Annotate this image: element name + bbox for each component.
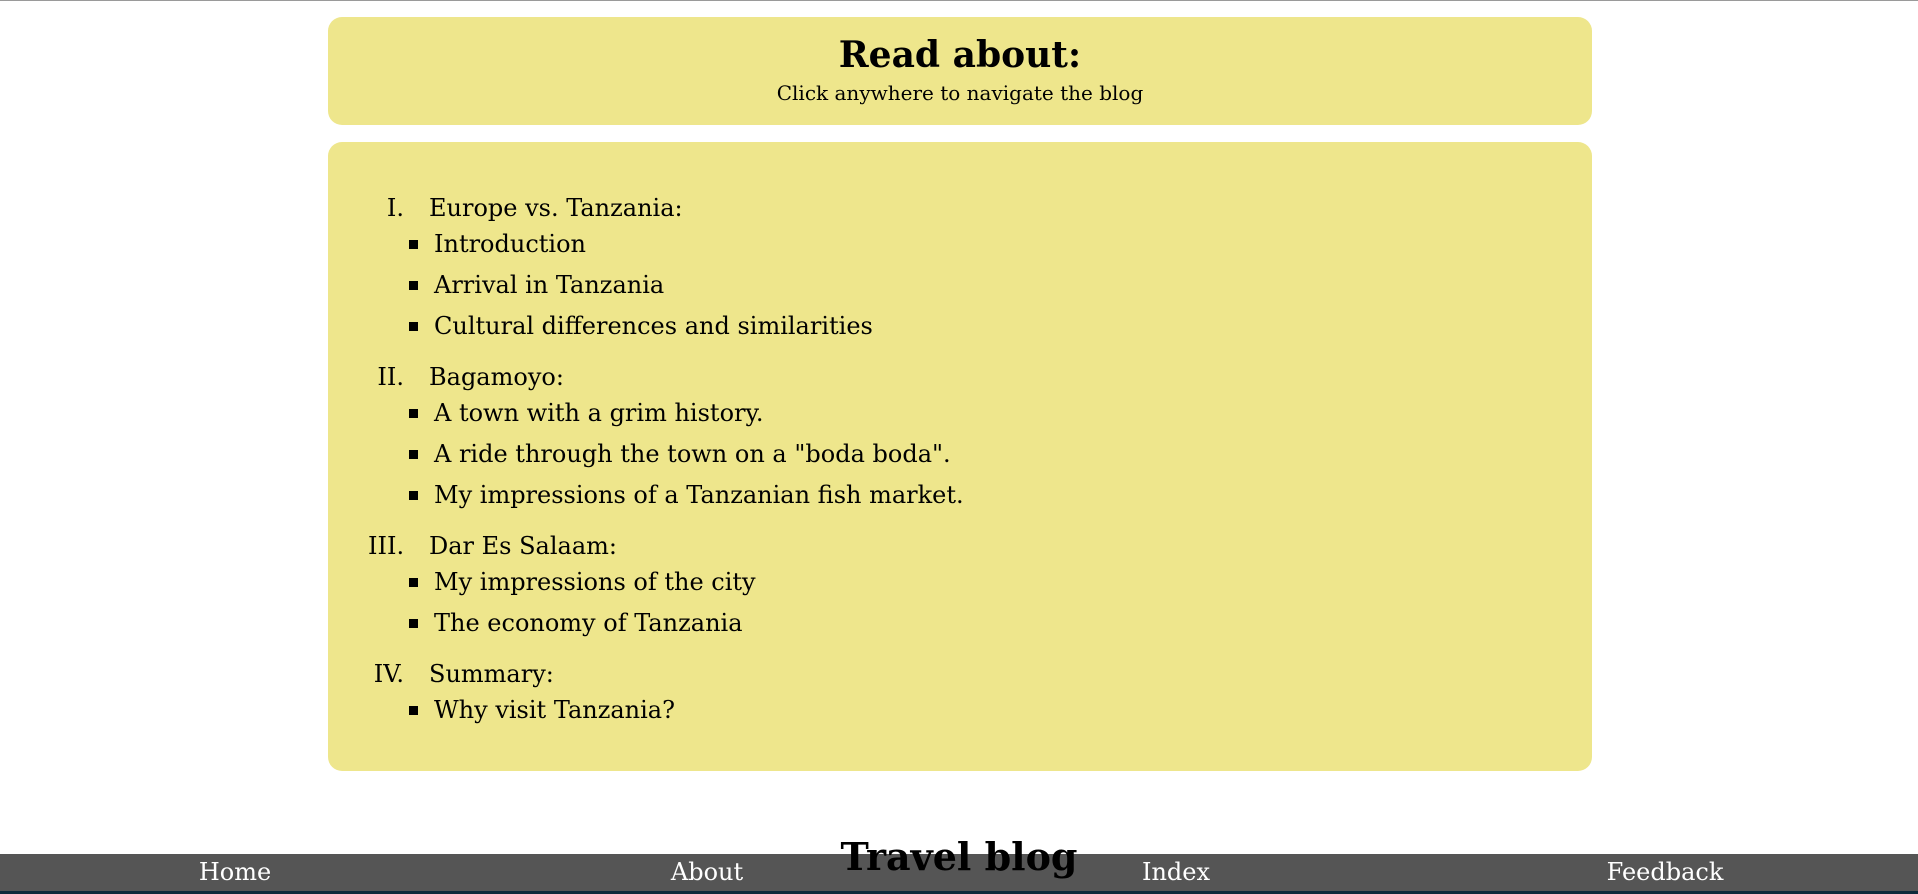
square-bullet-icon — [409, 619, 418, 628]
section-title[interactable]: Summary: — [429, 656, 554, 692]
square-bullet-icon — [409, 706, 418, 715]
toc-link-label: A ride through the town on a "boda boda"… — [434, 440, 951, 468]
square-bullet-icon — [409, 240, 418, 249]
square-bullet-icon — [409, 409, 418, 418]
toc-link-label: Introduction — [434, 230, 586, 258]
toc-link[interactable]: A town with a grim history. — [328, 395, 1592, 436]
toc-link[interactable]: Cultural differences and similarities — [328, 308, 1592, 349]
toc-link-label: Arrival in Tanzania — [434, 271, 665, 299]
section-numeral: III. — [368, 532, 405, 560]
square-bullet-icon — [409, 281, 418, 290]
toc-link[interactable]: Introduction — [328, 226, 1592, 267]
toc-link[interactable]: The economy of Tanzania — [328, 605, 1592, 646]
table-of-contents: I. Europe vs. Tanzania: Introduction Arr… — [328, 142, 1592, 771]
section-numeral: IV. — [373, 660, 404, 688]
section-title[interactable]: Europe vs. Tanzania: — [429, 190, 683, 226]
page-subtitle: Click anywhere to navigate the blog — [776, 81, 1144, 105]
section-numeral: I. — [386, 194, 404, 222]
toc-section-bagamoyo: II. Bagamoyo: A town with a grim history… — [328, 359, 1592, 518]
site-title: Travel blog — [840, 834, 1078, 879]
square-bullet-icon — [409, 578, 418, 587]
toc-section-summary: IV. Summary: Why visit Tanzania? — [328, 656, 1592, 733]
toc-link-label: My impressions of a Tanzanian fish marke… — [434, 481, 964, 509]
section-numeral: II. — [377, 363, 404, 391]
toc-link-label: Cultural differences and similarities — [434, 312, 873, 340]
square-bullet-icon — [409, 322, 418, 331]
square-bullet-icon — [409, 491, 418, 500]
square-bullet-icon — [409, 450, 418, 459]
toc-link[interactable]: My impressions of a Tanzanian fish marke… — [328, 477, 1592, 518]
toc-link[interactable]: A ride through the town on a "boda boda"… — [328, 436, 1592, 477]
page-title: Read about: — [838, 34, 1082, 76]
section-title[interactable]: Bagamoyo: — [429, 359, 564, 395]
toc-link[interactable]: My impressions of the city — [328, 564, 1592, 605]
toc-link-label: Why visit Tanzania? — [434, 696, 675, 724]
toc-section-dar-es-salaam: III. Dar Es Salaam: My impressions of th… — [328, 528, 1592, 646]
toc-section-europe-vs-tanzania: I. Europe vs. Tanzania: Introduction Arr… — [328, 190, 1592, 349]
toc-link-label: My impressions of the city — [434, 568, 756, 596]
toc-link-label: A town with a grim history. — [434, 399, 764, 427]
toc-link[interactable]: Why visit Tanzania? — [328, 692, 1592, 733]
toc-link-label: The economy of Tanzania — [434, 609, 743, 637]
section-title[interactable]: Dar Es Salaam: — [429, 528, 617, 564]
toc-link[interactable]: Arrival in Tanzania — [328, 267, 1592, 308]
top-divider — [0, 0, 1918, 1]
read-about-header[interactable]: Read about: Click anywhere to navigate t… — [328, 17, 1592, 125]
